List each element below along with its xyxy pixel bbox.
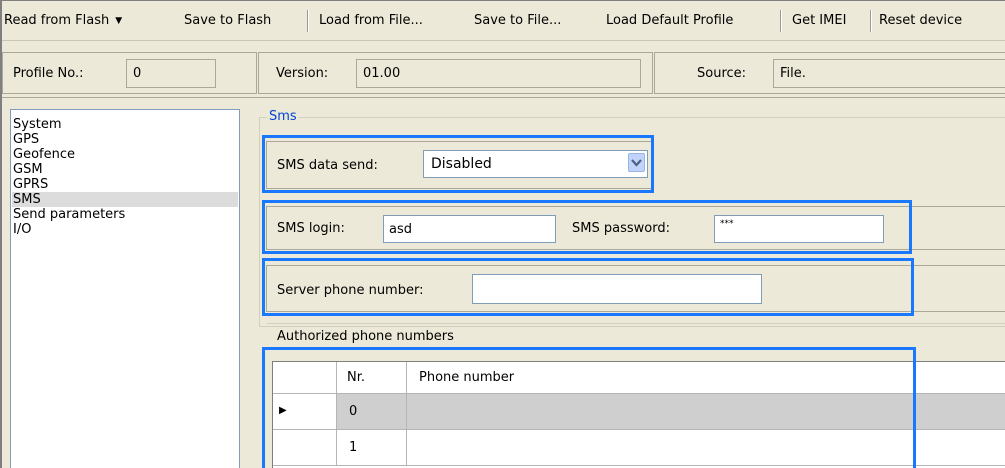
save-to-file-button[interactable]: Save to File... bbox=[474, 11, 561, 31]
sms-data-send-select[interactable]: Disabled bbox=[423, 150, 648, 178]
table-row-phone-cell[interactable] bbox=[407, 394, 1005, 430]
toolbar-separator bbox=[307, 10, 309, 32]
tree-item-gsm[interactable]: GSM bbox=[12, 162, 238, 177]
tree-item-io[interactable]: I/O bbox=[12, 222, 238, 237]
load-default-profile-button[interactable]: Load Default Profile bbox=[606, 11, 733, 31]
row-selector-current-icon[interactable]: ▶ bbox=[273, 394, 337, 430]
version-cell: Version: 01.00 bbox=[258, 52, 653, 94]
read-from-flash-label: Read from Flash bbox=[4, 13, 110, 28]
server-phone-input[interactable] bbox=[472, 274, 762, 304]
table-row-nr-cell[interactable]: 1 bbox=[337, 430, 407, 466]
tree-item-system[interactable]: System bbox=[12, 117, 238, 132]
profile-bar: Profile No.: 0 Version: 01.00 Source: Fi… bbox=[2, 48, 1005, 98]
table-row-nr-cell[interactable]: 0 bbox=[337, 394, 407, 430]
settings-tree: System GPS Geofence GSM GPRS SMS Send pa… bbox=[10, 109, 240, 468]
server-phone-panel: Server phone number: bbox=[266, 265, 1005, 312]
dropdown-arrow-icon[interactable]: ▼ bbox=[115, 16, 122, 26]
table-row-phone-cell[interactable] bbox=[407, 430, 1005, 466]
sms-data-send-label: SMS data send: bbox=[277, 158, 378, 173]
tree-item-geofence[interactable]: Geofence bbox=[12, 147, 238, 162]
sms-login-panel: SMS login: asd SMS password: *** bbox=[266, 206, 1005, 250]
toolbar-separator bbox=[780, 10, 782, 32]
get-imei-button[interactable]: Get IMEI bbox=[792, 11, 846, 31]
load-from-file-button[interactable]: Load from File... bbox=[319, 11, 423, 31]
profile-number-cell: Profile No.: 0 bbox=[2, 52, 257, 94]
grid-corner-cell bbox=[273, 362, 337, 394]
sms-group-title: Sms bbox=[267, 109, 299, 124]
source-cell: Source: File. bbox=[654, 52, 1005, 94]
version-field[interactable]: 01.00 bbox=[356, 59, 641, 88]
profile-number-field[interactable]: 0 bbox=[126, 59, 216, 88]
toolbar-separator bbox=[870, 10, 872, 32]
sms-login-input[interactable]: asd bbox=[383, 215, 556, 243]
column-header-phone-number[interactable]: Phone number bbox=[407, 362, 1005, 394]
sms-password-label: SMS password: bbox=[572, 221, 670, 236]
authorized-phones-grid: Nr. Phone number ▶ 0 1 bbox=[272, 361, 1005, 468]
tree-item-gprs[interactable]: GPRS bbox=[12, 177, 238, 192]
save-to-flash-button[interactable]: Save to Flash bbox=[184, 11, 271, 31]
sms-data-send-value: Disabled bbox=[431, 156, 492, 172]
sms-data-send-panel: SMS data send: Disabled bbox=[266, 141, 652, 189]
column-header-nr[interactable]: Nr. bbox=[337, 362, 407, 394]
tree-item-send-parameters[interactable]: Send parameters bbox=[12, 207, 238, 222]
tree-item-gps[interactable]: GPS bbox=[12, 132, 238, 147]
toolbar: Read from Flash ▼ Save to Flash Load from… bbox=[2, 1, 1005, 41]
source-field[interactable]: File. bbox=[773, 59, 1005, 88]
profile-number-label: Profile No.: bbox=[13, 66, 84, 81]
configurator-window: Read from Flash ▼ Save to Flash Load from… bbox=[0, 0, 1005, 468]
read-from-flash-button[interactable]: Read from Flash ▼ bbox=[4, 11, 122, 31]
reset-device-button[interactable]: Reset device bbox=[879, 11, 962, 31]
source-label: Source: bbox=[697, 66, 747, 81]
server-phone-label: Server phone number: bbox=[277, 283, 424, 298]
row-selector[interactable] bbox=[273, 430, 337, 466]
sms-password-input[interactable]: *** bbox=[714, 215, 884, 243]
chevron-down-icon[interactable] bbox=[628, 153, 645, 172]
tree-item-sms[interactable]: SMS bbox=[12, 192, 238, 207]
version-label: Version: bbox=[276, 66, 329, 81]
authorized-phones-caption: Authorized phone numbers bbox=[267, 323, 1005, 347]
sms-login-label: SMS login: bbox=[277, 221, 345, 236]
